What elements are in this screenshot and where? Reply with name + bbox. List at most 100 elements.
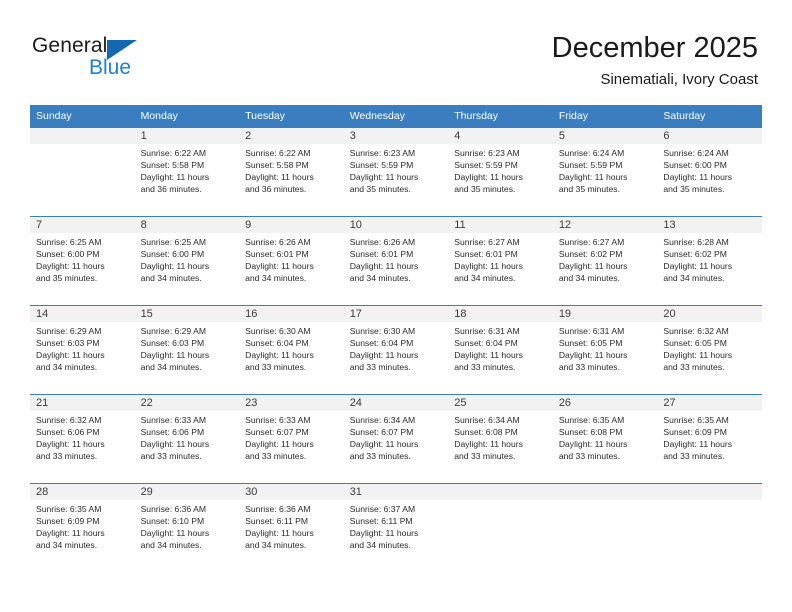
calendar-day-cell[interactable]: 14 Sunrise: 6:29 AM Sunset: 6:03 PM Dayligh…: [30, 305, 135, 395]
calendar-day-cell[interactable]: 21 Sunrise: 6:32 AM Sunset: 6:06 PM Dayligh…: [30, 394, 135, 484]
sunset-text: Sunset: 6:07 PM: [349, 427, 414, 438]
sunrise-text: Sunrise: 6:26 AM: [245, 237, 311, 247]
calendar-day-cell[interactable]: 10 Sunrise: 6:26 AM Sunset: 6:01 PM Dayligh…: [343, 216, 449, 306]
calendar-day-cell[interactable]: 3 Sunrise: 6:23 AM Sunset: 5:59 PM Daylight…: [343, 127, 449, 217]
day-details: Sunrise: 6:31 AM Sunset: 6:04 PM Daylight:…: [448, 322, 553, 373]
daylight-text-line2: and 34 minutes.: [349, 540, 411, 551]
day-details: Sunrise: 6:29 AM Sunset: 6:03 PM Daylight:…: [135, 322, 240, 373]
calendar-day-cell[interactable]: 22 Sunrise: 6:33 AM Sunset: 6:06 PM Dayligh…: [134, 394, 240, 484]
calendar-day-cell[interactable]: 9 Sunrise: 6:26 AM Sunset: 6:01 PM Daylight…: [239, 216, 344, 306]
day-details: Sunrise: 6:24 AM Sunset: 5:59 PM Daylight:…: [553, 144, 658, 195]
sunrise-text: Sunrise: 6:27 AM: [454, 237, 520, 247]
day-number: 2: [239, 128, 344, 144]
day-number: 29: [134, 484, 240, 500]
day-number: 31: [343, 484, 449, 500]
calendar-day-cell[interactable]: 29 Sunrise: 6:36 AM Sunset: 6:10 PM Dayligh…: [134, 483, 240, 572]
weekday-header-thursday: Thursday: [448, 105, 553, 128]
day-number: 10: [343, 217, 449, 233]
daylight-text-line1: Daylight: 11 hours: [245, 350, 314, 361]
calendar-cell-empty: [30, 127, 135, 217]
calendar-day-cell[interactable]: 28 Sunrise: 6:35 AM Sunset: 6:09 PM Dayligh…: [30, 483, 135, 572]
sunset-text: Sunset: 6:00 PM: [36, 249, 100, 260]
calendar-day-cell[interactable]: 20 Sunrise: 6:32 AM Sunset: 6:05 PM Dayligh…: [657, 305, 762, 395]
sunrise-text: Sunrise: 6:33 AM: [245, 415, 311, 425]
sunrise-text: Sunrise: 6:26 AM: [349, 237, 416, 247]
day-details: Sunrise: 6:34 AM Sunset: 6:07 PM Daylight:…: [344, 411, 449, 462]
sunrise-text: Sunrise: 6:24 AM: [663, 148, 729, 158]
calendar-day-cell[interactable]: 23 Sunrise: 6:33 AM Sunset: 6:07 PM Dayligh…: [239, 394, 344, 484]
calendar-day-cell[interactable]: 7 Sunrise: 6:25 AM Sunset: 6:00 PM Daylight…: [30, 216, 135, 306]
sunset-text: Sunset: 6:04 PM: [349, 338, 414, 349]
calendar-day-cell[interactable]: 17 Sunrise: 6:30 AM Sunset: 6:04 PM Dayligh…: [343, 305, 449, 395]
sunrise-text: Sunrise: 6:32 AM: [663, 326, 729, 336]
day-number: 28: [30, 484, 135, 500]
daylight-text-line2: and 34 minutes.: [454, 273, 516, 284]
sunrise-text: Sunrise: 6:36 AM: [245, 504, 311, 514]
day-number: 25: [448, 395, 553, 411]
calendar-day-cell[interactable]: 6 Sunrise: 6:24 AM Sunset: 6:00 PM Daylight…: [657, 127, 762, 217]
calendar-day-cell[interactable]: 11 Sunrise: 6:27 AM Sunset: 6:01 PM Dayligh…: [448, 216, 553, 306]
daylight-text-line2: and 35 minutes.: [349, 184, 411, 195]
day-number: 18: [448, 306, 553, 322]
day-number: 22: [134, 395, 240, 411]
general-blue-logo[interactable]: General Blue: [32, 34, 242, 88]
sunset-text: Sunset: 6:00 PM: [140, 249, 205, 260]
daylight-text-line1: Daylight: 11 hours: [140, 350, 210, 361]
sunset-text: Sunset: 6:04 PM: [454, 338, 518, 349]
calendar-day-cell[interactable]: 5 Sunrise: 6:24 AM Sunset: 5:59 PM Daylight…: [552, 127, 658, 217]
day-number: 15: [134, 306, 240, 322]
daylight-text-line2: and 33 minutes.: [349, 362, 411, 373]
sunrise-text: Sunrise: 6:22 AM: [245, 148, 311, 158]
calendar-week-row: 14 Sunrise: 6:29 AM Sunset: 6:03 PM Dayligh…: [30, 305, 762, 395]
sunset-text: Sunset: 6:04 PM: [245, 338, 309, 349]
daylight-text-line2: and 33 minutes.: [36, 451, 98, 462]
day-details: Sunrise: 6:31 AM Sunset: 6:05 PM Daylight:…: [553, 322, 658, 373]
sunrise-text: Sunrise: 6:35 AM: [558, 415, 625, 425]
sunrise-text: Sunrise: 6:29 AM: [36, 326, 102, 336]
calendar-day-cell[interactable]: 25 Sunrise: 6:34 AM Sunset: 6:08 PM Dayligh…: [448, 394, 553, 484]
day-details: Sunrise: 6:37 AM Sunset: 6:11 PM Daylight:…: [344, 500, 449, 551]
sunset-text: Sunset: 6:07 PM: [245, 427, 309, 438]
daylight-text-line1: Daylight: 11 hours: [349, 261, 419, 272]
calendar-day-cell[interactable]: 18 Sunrise: 6:31 AM Sunset: 6:04 PM Dayligh…: [448, 305, 553, 395]
calendar-day-cell[interactable]: 24 Sunrise: 6:34 AM Sunset: 6:07 PM Dayligh…: [343, 394, 449, 484]
day-details: Sunrise: 6:25 AM Sunset: 6:00 PM Daylight:…: [30, 233, 135, 284]
calendar-day-cell[interactable]: 2 Sunrise: 6:22 AM Sunset: 5:58 PM Daylight…: [239, 127, 344, 217]
day-number: [657, 484, 762, 500]
sunset-text: Sunset: 6:03 PM: [36, 338, 100, 349]
day-number: 4: [448, 128, 553, 144]
calendar-week-row: 28 Sunrise: 6:35 AM Sunset: 6:09 PM Dayligh…: [30, 483, 762, 572]
daylight-text-line1: Daylight: 11 hours: [140, 261, 210, 272]
day-number: 13: [657, 217, 762, 233]
page-header: General Blue December 2025 Sinematiali, …: [0, 0, 792, 100]
day-number: 20: [657, 306, 762, 322]
sunrise-text: Sunrise: 6:28 AM: [663, 237, 729, 247]
calendar-day-cell[interactable]: 27 Sunrise: 6:35 AM Sunset: 6:09 PM Dayligh…: [657, 394, 762, 484]
calendar-day-cell[interactable]: 12 Sunrise: 6:27 AM Sunset: 6:02 PM Dayligh…: [552, 216, 658, 306]
daylight-text-line1: Daylight: 11 hours: [454, 439, 523, 450]
calendar-day-cell[interactable]: 16 Sunrise: 6:30 AM Sunset: 6:04 PM Dayligh…: [239, 305, 344, 395]
calendar-day-cell[interactable]: 26 Sunrise: 6:35 AM Sunset: 6:08 PM Dayligh…: [552, 394, 658, 484]
day-details: Sunrise: 6:28 AM Sunset: 6:02 PM Daylight:…: [657, 233, 762, 284]
calendar-day-cell[interactable]: 13 Sunrise: 6:28 AM Sunset: 6:02 PM Dayligh…: [657, 216, 762, 306]
daylight-text-line2: and 34 minutes.: [245, 273, 307, 284]
calendar-day-cell[interactable]: 4 Sunrise: 6:23 AM Sunset: 5:59 PM Daylight…: [448, 127, 553, 217]
sunset-text: Sunset: 5:59 PM: [349, 160, 414, 171]
calendar-day-cell[interactable]: 19 Sunrise: 6:31 AM Sunset: 6:05 PM Dayligh…: [552, 305, 658, 395]
daylight-text-line1: Daylight: 11 hours: [663, 350, 733, 361]
day-number: 16: [239, 306, 344, 322]
calendar-day-cell[interactable]: 31 Sunrise: 6:37 AM Sunset: 6:11 PM Dayligh…: [343, 483, 449, 572]
day-number: [552, 484, 658, 500]
calendar-day-cell[interactable]: 1 Sunrise: 6:22 AM Sunset: 5:58 PM Daylight…: [134, 127, 240, 217]
day-details: Sunrise: 6:33 AM Sunset: 6:06 PM Daylight:…: [135, 411, 240, 462]
day-details: Sunrise: 6:27 AM Sunset: 6:01 PM Daylight:…: [448, 233, 553, 284]
calendar-day-cell[interactable]: 8 Sunrise: 6:25 AM Sunset: 6:00 PM Daylight…: [134, 216, 240, 306]
calendar-day-cell[interactable]: 30 Sunrise: 6:36 AM Sunset: 6:11 PM Dayligh…: [239, 483, 344, 572]
sunrise-text: Sunrise: 6:29 AM: [140, 326, 207, 336]
calendar-day-cell[interactable]: 15 Sunrise: 6:29 AM Sunset: 6:03 PM Dayligh…: [134, 305, 240, 395]
sunset-text: Sunset: 6:08 PM: [558, 427, 623, 438]
day-details: Sunrise: 6:35 AM Sunset: 6:09 PM Daylight:…: [657, 411, 762, 462]
day-details: Sunrise: 6:24 AM Sunset: 6:00 PM Daylight:…: [657, 144, 762, 195]
daylight-text-line2: and 34 minutes.: [36, 540, 98, 551]
sunrise-text: Sunrise: 6:31 AM: [454, 326, 520, 336]
